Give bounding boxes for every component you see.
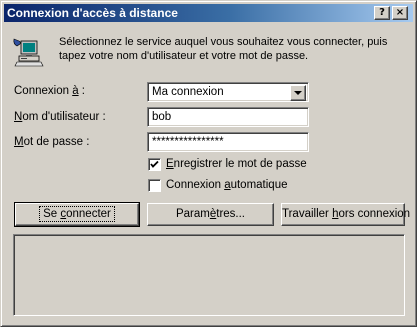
connection-select-value: Ma connexion: [152, 86, 224, 98]
help-button[interactable]: ?: [374, 6, 390, 20]
password-value: ****************: [152, 136, 224, 148]
auto-connect-checkbox[interactable]: [148, 179, 161, 192]
username-value: bob: [152, 111, 172, 123]
settings-button[interactable]: Paramètres...: [147, 203, 274, 226]
close-icon: ×: [395, 7, 405, 18]
title-bar[interactable]: Connexion d'accès à distance ? ×: [4, 4, 413, 22]
connection-select[interactable]: Ma connexion: [147, 82, 309, 102]
dropdown-button[interactable]: [290, 85, 306, 101]
connect-to-label: Connexion à :: [14, 85, 85, 97]
instructions-text: Sélectionnez le service auquel vous souh…: [59, 36, 388, 62]
chevron-down-icon: [294, 91, 302, 95]
work-offline-button[interactable]: Travailler hors connexion: [281, 203, 410, 226]
auto-connect-label: Connexion automatique: [166, 179, 288, 191]
save-password-checkbox[interactable]: [148, 158, 161, 171]
password-label: Mot de passe :: [14, 136, 90, 148]
dialup-connection-window: Connexion d'accès à distance ? × Sélecti…: [0, 0, 417, 327]
status-pane: [13, 234, 405, 316]
window-title: Connexion d'accès à distance: [7, 6, 178, 20]
save-password-label: Enregistrer le mot de passe: [166, 158, 307, 170]
username-field[interactable]: bob: [147, 107, 309, 127]
connect-button[interactable]: Se connecter: [14, 202, 140, 227]
username-label: Nom d'utilisateur :: [14, 111, 106, 123]
computer-network-icon: [11, 35, 45, 69]
checkmark-icon: [150, 160, 159, 168]
close-button[interactable]: ×: [392, 6, 408, 20]
password-field[interactable]: ****************: [147, 132, 309, 152]
help-icon: ?: [379, 7, 385, 18]
